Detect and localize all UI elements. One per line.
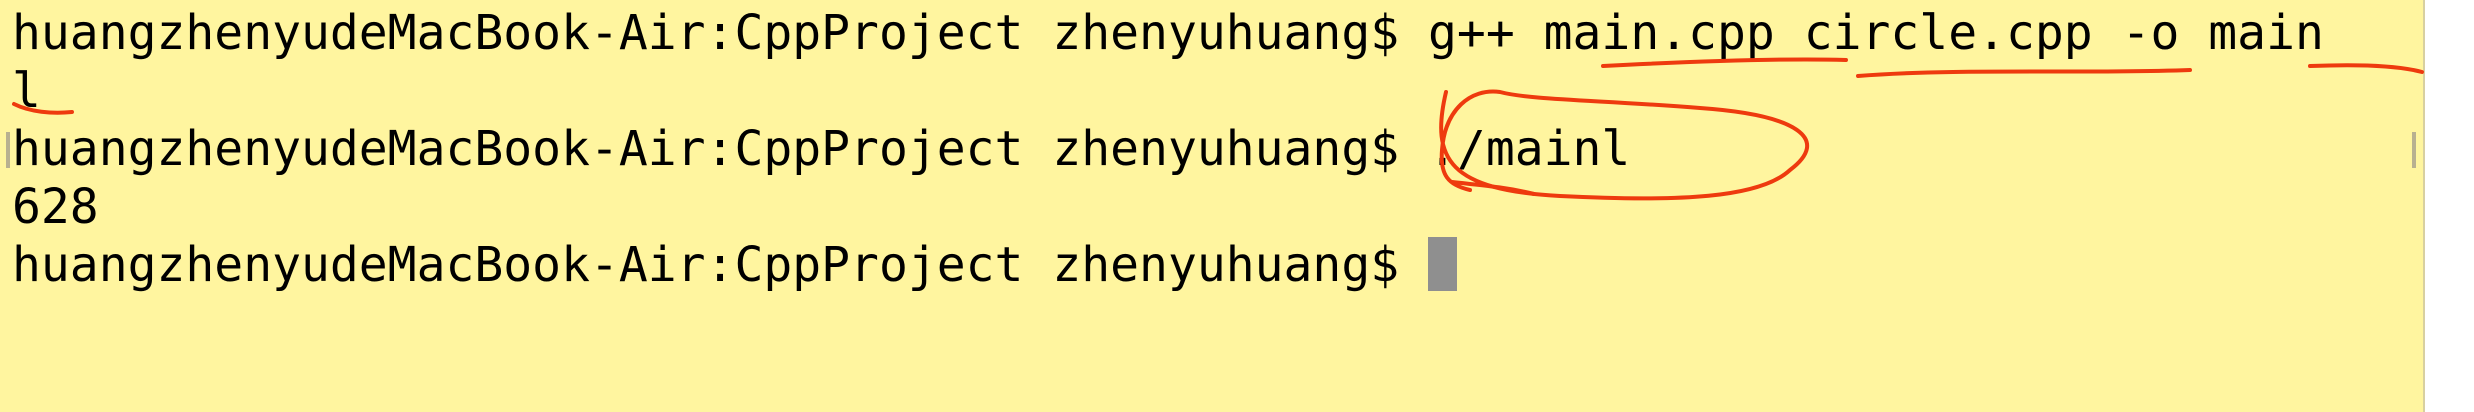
terminal-line-run-command: huangzhenyudeMacBook-Air:CppProject zhen… [12, 121, 1631, 177]
terminal-window[interactable]: huangzhenyudeMacBook-Air:CppProject zhen… [0, 0, 2425, 412]
terminal-line-program-output: 628 [12, 179, 99, 235]
terminal-line-compile-command: huangzhenyudeMacBook-Air:CppProject zhen… [12, 5, 2324, 61]
terminal-line-prompt[interactable]: huangzhenyudeMacBook-Air:CppProject zhen… [12, 236, 1458, 294]
window-edge [2425, 0, 2474, 412]
terminal-line-wrapped-output-name: l [12, 63, 41, 119]
line-left-edge-marker [6, 132, 10, 168]
line-right-edge-marker [2412, 132, 2416, 168]
text-cursor [1428, 237, 1458, 291]
prompt-text: huangzhenyudeMacBook-Air:CppProject zhen… [12, 237, 1429, 293]
